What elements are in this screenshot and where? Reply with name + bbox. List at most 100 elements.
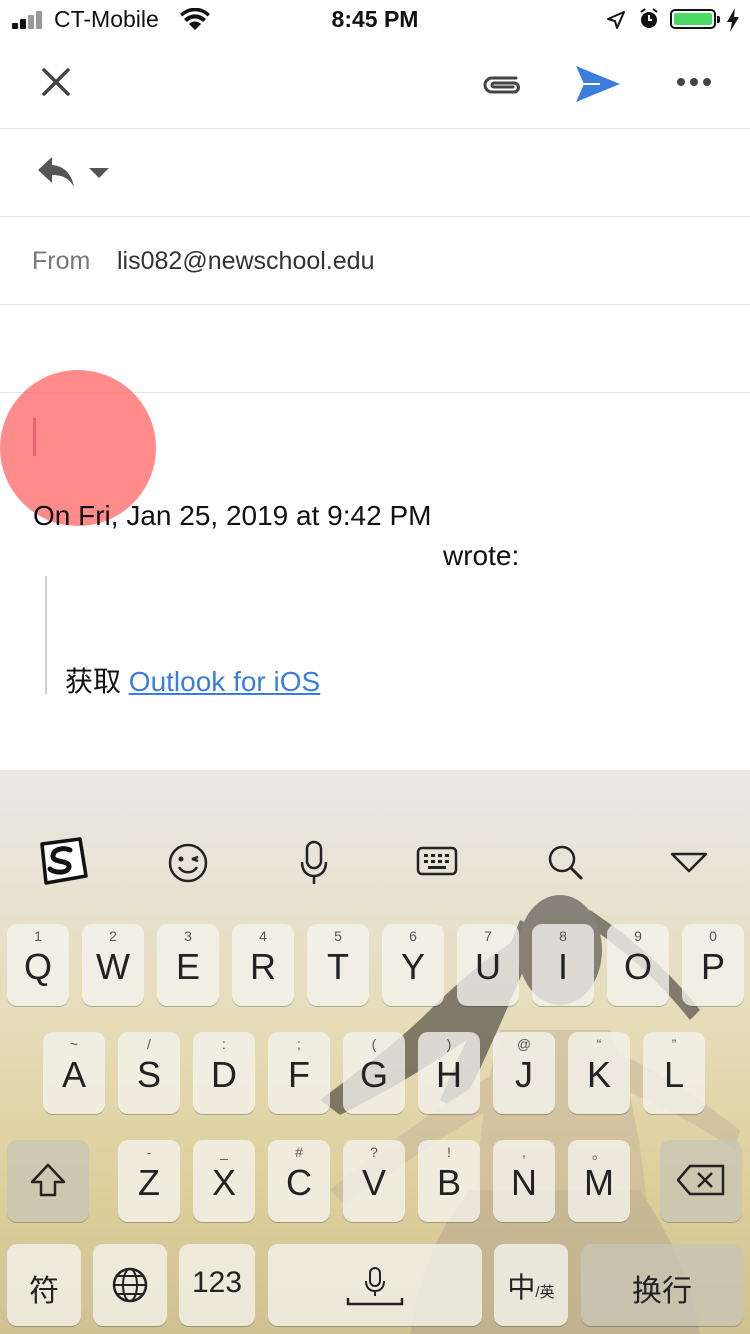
key-v[interactable]: ? V [343,1140,405,1222]
return-key[interactable]: 换行 [581,1244,743,1326]
reply-icon[interactable] [36,155,76,189]
quote-bar [45,576,47,694]
key-label: B [436,1162,461,1203]
key-s[interactable]: / S [118,1032,180,1114]
key-g[interactable]: (G [343,1032,405,1114]
language-key-label: 中 [507,1272,536,1303]
key-secondary-label: 7 [484,928,492,944]
key-secondary-label: ( [371,1036,377,1052]
key-x[interactable]: _ X [193,1140,255,1222]
reply-type-row[interactable] [0,129,750,217]
key-secondary-label: ” [671,1036,677,1052]
key-secondary-label: , [522,1144,526,1160]
key-label: L [663,1054,685,1095]
alarm-icon [640,8,658,28]
key-label: Z [138,1162,160,1203]
key-u[interactable]: 7U [457,924,519,1006]
key-secondary-label: 2 [109,928,117,944]
key-secondary-label: 8 [559,928,567,944]
emoji-icon[interactable] [167,842,209,884]
language-key[interactable]: 中/英 [494,1244,568,1326]
key-secondary-label: 1 [34,928,42,944]
delete-key[interactable] [660,1140,742,1222]
key-p[interactable]: 0P [682,924,744,1006]
key-secondary-label: _ [220,1144,228,1160]
key-secondary-label: / [147,1036,151,1052]
key-m[interactable]: 。 M [568,1140,630,1222]
key-l[interactable]: ” L [643,1032,705,1114]
more-icon[interactable] [676,76,712,88]
key-secondary-label: ! [447,1144,451,1160]
return-key-label: 换行 [632,1275,692,1308]
key-secondary-label: 0 [709,928,717,944]
key-label: P [700,946,725,987]
keyboard-icon[interactable] [416,846,458,878]
shift-icon [30,1163,66,1197]
key-c[interactable]: # C [268,1140,330,1222]
numbers-key-label: 123 [191,1266,243,1299]
key-secondary-label: 9 [634,928,642,944]
key-secondary-label: 6 [409,928,417,944]
key-label: T [327,946,349,987]
key-h[interactable]: ) H [418,1032,480,1114]
key-q[interactable]: 1Q [7,924,69,1006]
key-secondary-label: : [222,1036,226,1052]
key-label: U [475,946,501,987]
key-label: N [511,1162,537,1203]
key-label: V [361,1162,386,1203]
key-z[interactable]: -Z [118,1140,180,1222]
from-row[interactable]: From lis082@newschool.edu [0,217,750,305]
space-mic-icon [346,1267,404,1306]
key-j[interactable]: @ J [493,1032,555,1114]
key-label: O [623,946,652,987]
key-secondary-label: 。 [592,1146,606,1162]
keyboard-toolbar [0,822,750,902]
send-icon[interactable] [574,64,622,104]
key-secondary-label: “ [596,1036,602,1052]
key-label: A [61,1054,86,1095]
outlook-link[interactable]: Outlook for iOS [129,666,320,697]
key-label: C [286,1162,312,1203]
key-i[interactable]: 8I [532,924,594,1006]
key-t[interactable]: 5T [307,924,369,1006]
chevron-down-icon[interactable] [88,166,110,180]
keyboard: 1Q2W3E4R5T6Y7U8I9O0P ~ A / S: D; F(G) H @ J “K” L … [0,770,750,1334]
key-n[interactable]: ,N [493,1140,555,1222]
symbols-key[interactable]: 符 [7,1244,81,1326]
key-label: I [557,946,568,987]
key-label: X [211,1162,236,1203]
key-secondary-label: 3 [184,928,192,944]
key-d[interactable]: :D [193,1032,255,1114]
key-secondary-label: 5 [334,928,342,944]
key-secondary-label: # [295,1144,303,1160]
key-w[interactable]: 2W [82,924,144,1006]
key-label: W [96,946,130,987]
key-label: J [515,1054,533,1095]
battery-icon [670,9,720,29]
key-y[interactable]: 6Y [382,924,444,1006]
key-k[interactable]: “K [568,1032,630,1114]
space-key[interactable] [268,1244,482,1326]
signature: 获取 Outlook for iOS [65,660,320,700]
key-e[interactable]: 3E [157,924,219,1006]
key-o[interactable]: 9O [607,924,669,1006]
symbols-key-label: 符 [29,1275,59,1308]
search-icon[interactable] [545,842,585,882]
hide-keyboard-icon[interactable] [670,852,708,874]
key-label: E [175,946,200,987]
signature-prefix: 获取 [65,666,122,697]
key-a[interactable]: ~ A [43,1032,105,1114]
globe-key[interactable] [93,1244,167,1326]
key-f[interactable]: ; F [268,1032,330,1114]
microphone-icon[interactable] [299,840,329,886]
close-icon[interactable] [38,64,74,100]
key-r[interactable]: 4R [232,924,294,1006]
sogou-logo-icon[interactable] [36,836,90,886]
key-secondary-label: 4 [259,928,267,944]
from-address[interactable]: lis082@newschool.edu [117,247,374,276]
shift-key[interactable] [7,1140,89,1222]
numbers-key[interactable]: 123 [179,1244,255,1326]
key-secondary-label: ? [370,1144,378,1160]
key-b[interactable]: ! B [418,1140,480,1222]
paperclip-icon[interactable] [480,68,524,100]
